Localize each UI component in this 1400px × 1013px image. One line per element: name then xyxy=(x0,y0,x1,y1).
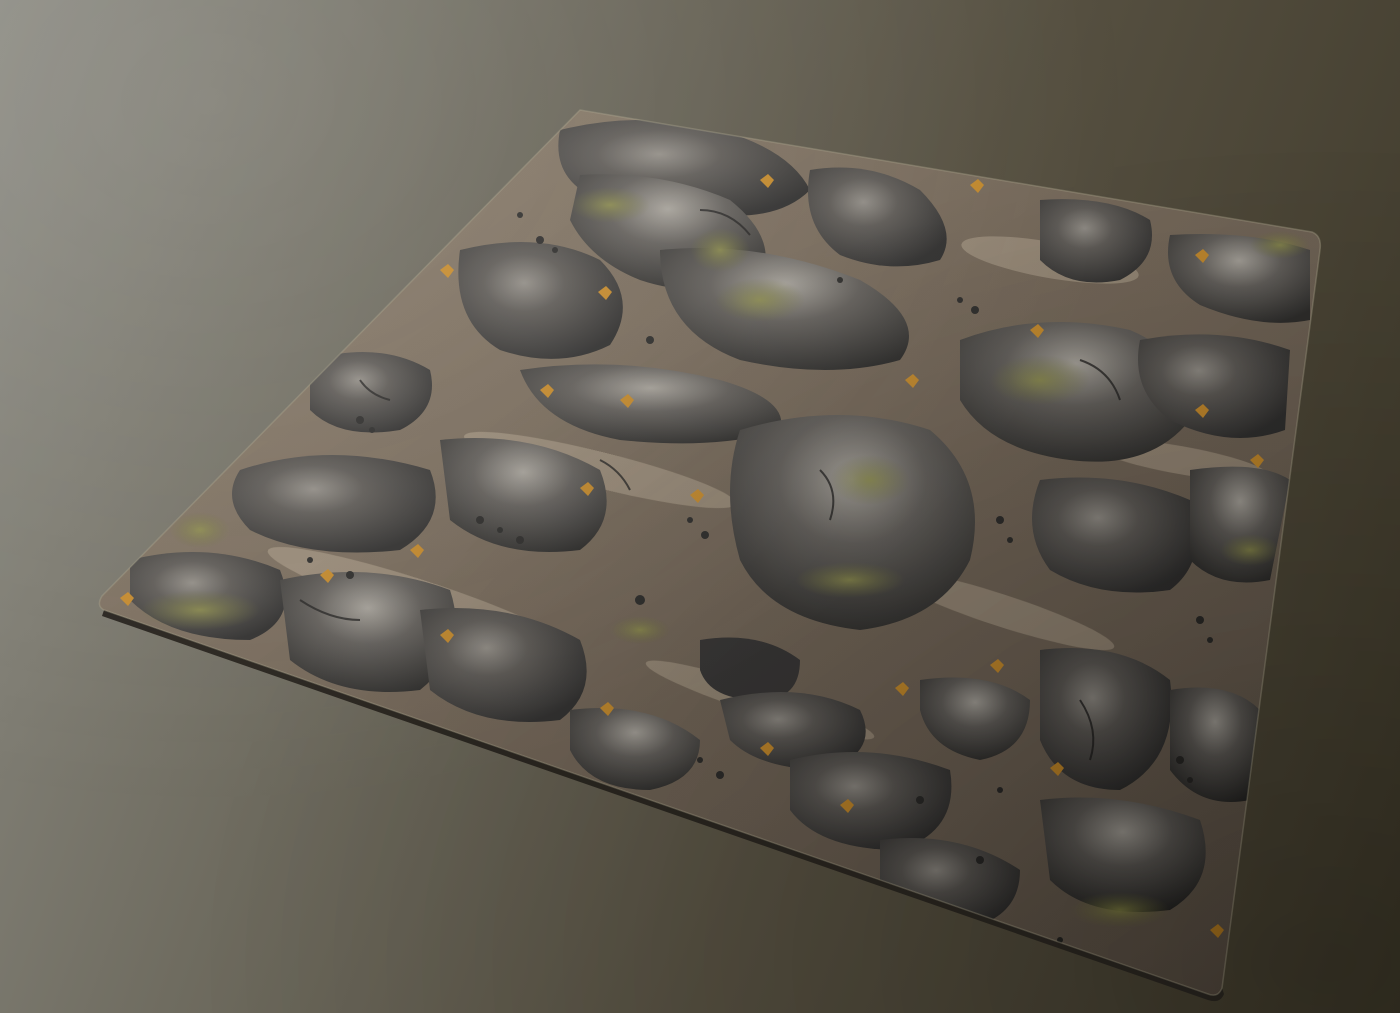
terrain-surface xyxy=(99,110,1321,996)
3d-viewport[interactable] xyxy=(0,0,1400,1013)
terrain-material-preview[interactable] xyxy=(0,0,1400,1013)
